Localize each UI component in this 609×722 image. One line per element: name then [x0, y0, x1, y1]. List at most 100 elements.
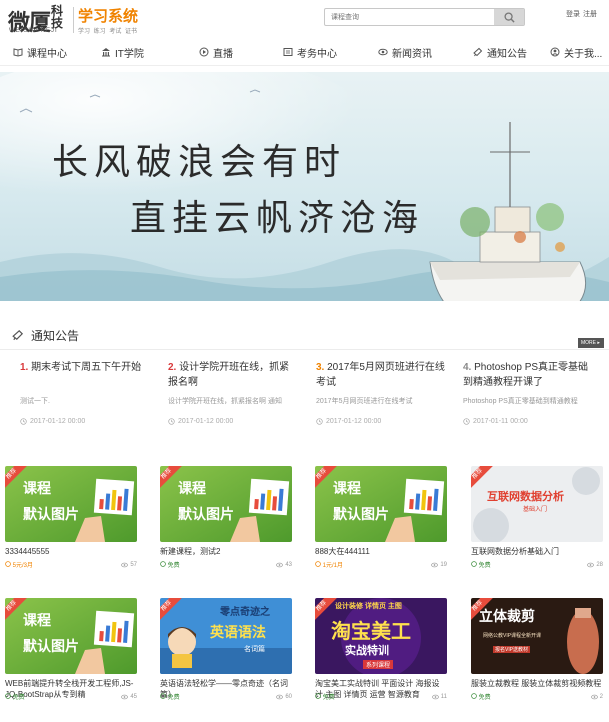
notice-item-number: 1.	[20, 362, 29, 373]
eye-icon	[121, 694, 129, 699]
course-meta: 免费 45	[5, 692, 137, 701]
course-views: 60	[276, 692, 292, 701]
nav-label: 课程中心	[27, 48, 67, 60]
course-card[interactable]: 课程 默认图片 推荐 WEB前端提升转全栈开发工程师,JS-JQ-BootStr…	[5, 598, 137, 701]
course-thumbnail[interactable]: 零点奇迹之 英语语法 名词篇 推荐	[160, 598, 292, 674]
more-button[interactable]: MORE ▸	[578, 338, 604, 348]
course-views: 11	[431, 692, 447, 701]
course-card[interactable]: 零点奇迹之 英语语法 名词篇 推荐 英语语法轻松学——零点奇迹（名词篇） 免费 …	[160, 598, 292, 701]
nav-announcements[interactable]: 通知公告	[473, 44, 527, 60]
eye-icon	[378, 48, 388, 56]
course-card[interactable]: 课程 默认图片 推荐 888大在444111 1元/1月 19	[315, 466, 447, 569]
course-meta: 免费 28	[471, 560, 603, 569]
nav-news[interactable]: 新闻资讯	[378, 44, 432, 60]
eye-icon	[276, 694, 284, 699]
course-views: 19	[431, 560, 447, 569]
thumb-caption: 立体裁剪	[479, 608, 535, 624]
thumb-caption: 课程	[23, 480, 51, 496]
notice-item-time-text: 2017-01-11 00:00	[473, 418, 528, 425]
thumb-caption: 课程	[178, 480, 206, 496]
banner-illustration: 长风破浪会有时 直挂云帆济沧海	[0, 72, 609, 301]
hero-banner[interactable]: 长风破浪会有时 直挂云帆济沧海	[0, 72, 609, 301]
nav-exam-center[interactable]: 考务中心	[283, 44, 337, 60]
logo[interactable]: 微厦 科技 WEISHA KEJI 学习系统 学习 练习 考试 证书	[8, 4, 148, 36]
notice-item[interactable]: 2. 设计学院开班在线，抓紧报名啊 设计学院开班在线，抓紧报名啊 通知 2017…	[168, 360, 298, 425]
main-nav: 课程中心 IT学院 直播 考务中心 新闻资讯 通知公告 关于我...	[0, 38, 609, 66]
search-button[interactable]	[494, 9, 524, 25]
course-thumbnail[interactable]: 设计装修 详情页 主图 淘宝美工 实战特训 系列课程 推荐	[315, 598, 447, 674]
notice-item-desc: Photoshop PS真正零基础到精通教程	[463, 398, 578, 405]
search-input[interactable]	[331, 10, 491, 24]
course-meta: 免费 60	[160, 692, 292, 701]
price-tag-icon	[471, 693, 477, 699]
thumb-caption: 实战特训	[345, 645, 389, 657]
eye-icon	[587, 562, 595, 567]
logo-divider	[73, 7, 74, 33]
logo-keji: 科技	[51, 4, 64, 30]
course-card[interactable]: 课程 默认图片 推荐 新建课程，测试2 免费 43	[160, 466, 292, 569]
course-thumbnail[interactable]: 课程 默认图片 推荐	[5, 466, 137, 542]
course-thumbnail[interactable]: 互联网数据分析 基础入门 推荐	[471, 466, 603, 542]
nav-it-college[interactable]: IT学院	[101, 44, 144, 60]
clock-icon	[463, 418, 470, 425]
thumb-caption: 默认图片	[23, 506, 79, 522]
course-thumbnail[interactable]: 课程 默认图片 推荐	[160, 466, 292, 542]
thumb-caption: 淘宝美工	[331, 621, 411, 643]
course-price: 5元/3月	[5, 560, 33, 569]
course-meta: 免费 2	[471, 692, 603, 701]
notice-item-time-text: 2017-01-12 00:00	[30, 418, 86, 425]
notice-item[interactable]: 4. Photoshop PS真正零基础到精通教程开课了 Photoshop P…	[463, 360, 593, 425]
register-link[interactable]: 注册	[583, 11, 597, 18]
thumb-caption: 英语语法	[210, 624, 266, 640]
nav-label: 直播	[213, 48, 233, 60]
system-tags: 学习 练习 考试 证书	[78, 29, 138, 35]
nav-course-center[interactable]: 课程中心	[13, 44, 67, 60]
header: 微厦 科技 WEISHA KEJI 学习系统 学习 练习 考试 证书 登录注册	[0, 0, 609, 38]
notice-item-time: 2017-01-12 00:00	[168, 418, 233, 425]
course-card[interactable]: 互联网数据分析 基础入门 推荐 互联网数据分析基础入门 免费 28	[471, 466, 603, 569]
megaphone-icon	[12, 329, 24, 341]
notice-item-desc: 2017年5月网页班进行在线考试	[316, 398, 413, 405]
price-tag-icon	[5, 561, 11, 567]
nav-live[interactable]: 直播	[199, 44, 233, 60]
clock-icon	[168, 418, 175, 425]
course-price-text: 免费	[167, 563, 180, 569]
course-price: 免费	[160, 692, 180, 701]
notice-item-desc: 设计学院开班在线，抓紧报名啊 通知	[168, 398, 282, 405]
thumb-caption: 系列课程	[363, 660, 394, 669]
auth-links: 登录 注册	[566, 9, 600, 19]
notice-item-time: 2017-01-12 00:00	[316, 418, 381, 425]
notice-item[interactable]: 1. 期末考试下周五下午开始 测试一下. 2017-01-12 00:00	[20, 360, 150, 425]
course-card[interactable]: 设计装修 详情页 主图 淘宝美工 实战特训 系列课程 推荐 淘宝美工实战特训 平…	[315, 598, 447, 701]
thumb-caption: 报名VIP送教材	[493, 646, 531, 653]
course-thumbnail[interactable]: 课程 默认图片 推荐	[315, 466, 447, 542]
notice-item-time: 2017-01-11 00:00	[463, 418, 528, 425]
search-icon	[503, 11, 515, 23]
play-icon	[199, 47, 209, 57]
course-thumbnail[interactable]: 立体裁剪 网络公教VIP课程全新开课 报名VIP送教材 推荐	[471, 598, 603, 674]
course-views-count: 2	[599, 693, 603, 700]
notice-item-text: 2017年5月网页班进行在线考试	[316, 362, 445, 388]
course-price: 免费	[471, 692, 491, 701]
course-thumbnail[interactable]: 课程 默认图片 推荐	[5, 598, 137, 674]
notice-item-time-text: 2017-01-12 00:00	[178, 418, 234, 425]
nav-about[interactable]: 关于我...	[550, 44, 602, 60]
course-meta: 5元/3月 57	[5, 560, 137, 569]
notice-item[interactable]: 3. 2017年5月网页班进行在线考试 2017年5月网页班进行在线考试 201…	[316, 360, 446, 425]
course-price: 1元/1月	[315, 560, 343, 569]
notice-item-time-text: 2017-01-12 00:00	[326, 418, 382, 425]
document-icon	[283, 48, 293, 56]
notice-item-title: 4. Photoshop PS真正零基础到精通教程开课了	[463, 360, 593, 390]
course-views-count: 11	[440, 693, 447, 700]
login-link[interactable]: 登录	[566, 11, 580, 18]
course-card[interactable]: 立体裁剪 网络公教VIP课程全新开课 报名VIP送教材 推荐 服装立裁教程 服装…	[471, 598, 603, 701]
clock-icon	[20, 418, 27, 425]
eye-icon	[431, 562, 439, 567]
nav-label: 考务中心	[297, 48, 337, 60]
notice-item-title: 3. 2017年5月网页班进行在线考试	[316, 360, 446, 390]
thumb-caption: 课程	[333, 480, 361, 496]
notice-item-number: 2.	[168, 362, 177, 373]
course-card[interactable]: 课程 默认图片 推荐 3334445555 5元/3月 57	[5, 466, 137, 569]
price-tag-icon	[5, 693, 11, 699]
course-price-text: 免费	[322, 695, 335, 701]
